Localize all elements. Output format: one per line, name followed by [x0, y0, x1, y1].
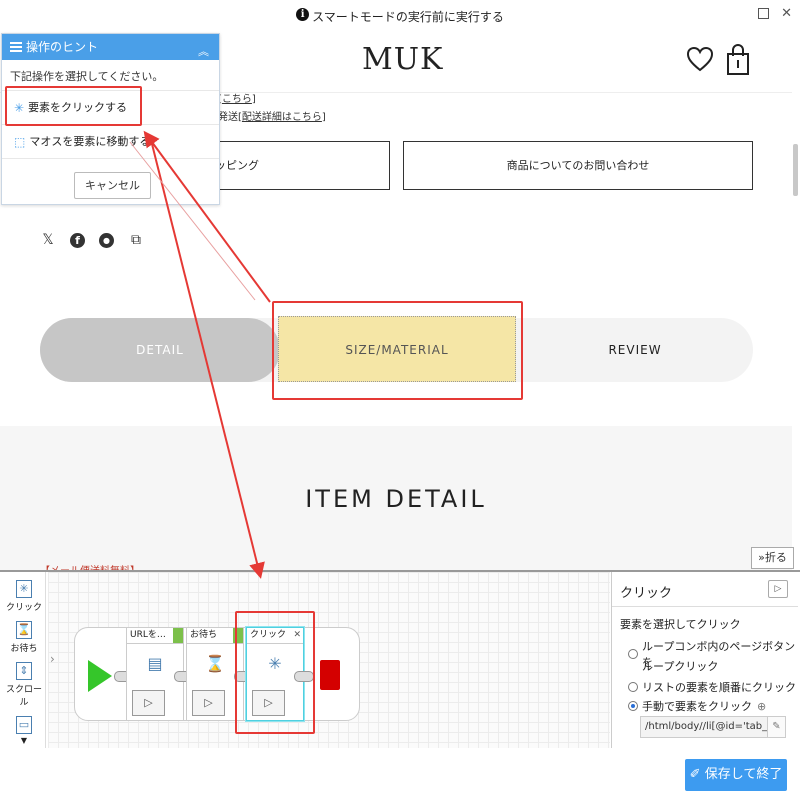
cursor-icon: ⬚ — [14, 134, 26, 149]
facebook-icon[interactable]: f — [70, 232, 85, 248]
play-button[interactable]: ▷ — [192, 690, 225, 716]
close-icon[interactable]: ✕ — [781, 6, 792, 21]
smart-mode-banner: i スマートモードの実行前に実行する — [0, 0, 800, 34]
hourglass-icon: ⌛ — [205, 654, 225, 673]
line-icon[interactable]: ● — [99, 232, 114, 248]
heart-icon[interactable] — [686, 46, 714, 72]
window-icon: ▭ — [16, 716, 32, 734]
properties-divider — [612, 606, 798, 607]
shipping-detail-link[interactable]: 配送詳細はこちら — [242, 112, 322, 123]
target-icon[interactable]: ⊕ — [757, 700, 766, 713]
social-share: 𝕏 f ● ⧉ — [40, 232, 144, 248]
site-logo[interactable]: MUK — [362, 42, 443, 77]
copy-link-icon[interactable]: ⧉ — [128, 232, 144, 248]
tool-scroll[interactable]: ⇕ スクロール — [2, 662, 46, 708]
screen: i スマートモードの実行前に実行する ✕ MUK [こちら] 発送[配送詳細はこ… — [0, 0, 800, 800]
toolbox: ✳ クリック ⌛ お待ち ⇕ スクロール ▭ ▼ — [2, 572, 46, 748]
shipping-info-1: [こちら] — [218, 94, 256, 105]
radio-manual-click[interactable]: 手動で要素をクリック ⊕ — [628, 698, 766, 714]
shopping-button[interactable]: ッピング — [190, 141, 390, 190]
page-scrollbar[interactable] — [793, 144, 798, 196]
start-icon[interactable] — [88, 660, 112, 692]
hint-header: 操作のヒント ︽ — [2, 34, 219, 60]
window-controls: ✕ — [758, 6, 792, 21]
tab-review[interactable]: REVIEW — [520, 318, 750, 382]
list-icon — [10, 40, 22, 54]
fold-button[interactable]: »折る — [751, 547, 794, 569]
section-title: ITEM DETAIL — [305, 485, 487, 513]
option-hover-element[interactable]: ⬚ マオスを要素に移動する — [2, 125, 219, 159]
annotation-box-hint — [5, 86, 142, 126]
annotation-box-tab — [272, 301, 523, 400]
maximize-icon[interactable] — [758, 8, 770, 19]
click-icon: ✳ — [16, 580, 32, 598]
scroll-icon: ⇕ — [16, 662, 32, 680]
properties-subtitle: 要素を選択してクリック — [620, 618, 741, 631]
x-icon[interactable]: 𝕏 — [40, 232, 56, 248]
stop-icon[interactable] — [320, 660, 340, 690]
shipping-link[interactable]: こちら — [222, 94, 252, 105]
banner-text: スマートモードの実行前に実行する — [312, 10, 504, 24]
tool-more[interactable]: ▭ ▼ — [2, 716, 46, 746]
double-chevron-icon: » — [758, 551, 765, 564]
xpath-field[interactable]: /html/body//li[@id='tab_b ✎ — [640, 716, 786, 738]
collapse-icon[interactable]: ︽ — [198, 39, 209, 65]
tab-detail[interactable]: DETAIL — [40, 318, 280, 382]
hourglass-icon: ⌛ — [16, 621, 32, 639]
play-icon[interactable]: ▷ — [768, 580, 788, 598]
chevron-right-icon[interactable]: › — [50, 652, 55, 666]
expand-tools-icon: ▼ — [20, 736, 28, 745]
tool-wait[interactable]: ⌛ お待ち — [2, 621, 46, 654]
properties-title: クリック — [620, 586, 673, 601]
radio-loop-page-button-cont: ループクリック — [642, 660, 719, 673]
inquiry-button[interactable]: 商品についてのお問い合わせ — [403, 141, 753, 190]
pin-icon: ✐ — [689, 767, 701, 782]
radio-list-sequential[interactable]: リストの要素を順番にクリック — [628, 679, 796, 695]
annotation-box-block — [235, 611, 315, 734]
info-icon: i — [296, 8, 310, 21]
edit-icon[interactable]: ✎ — [767, 717, 785, 737]
url-icon: ▤ — [147, 654, 163, 673]
cancel-button[interactable]: キャンセル — [74, 172, 151, 199]
play-button[interactable]: ▷ — [132, 690, 165, 716]
cart-icon[interactable] — [726, 44, 750, 76]
shipping-info-2: 発送[配送詳細はこちら] — [218, 112, 326, 123]
hint-title: 操作のヒント — [26, 40, 99, 54]
tool-click[interactable]: ✳ クリック — [2, 580, 46, 613]
save-and-exit-button[interactable]: ✐ 保存して終了 — [685, 759, 787, 791]
